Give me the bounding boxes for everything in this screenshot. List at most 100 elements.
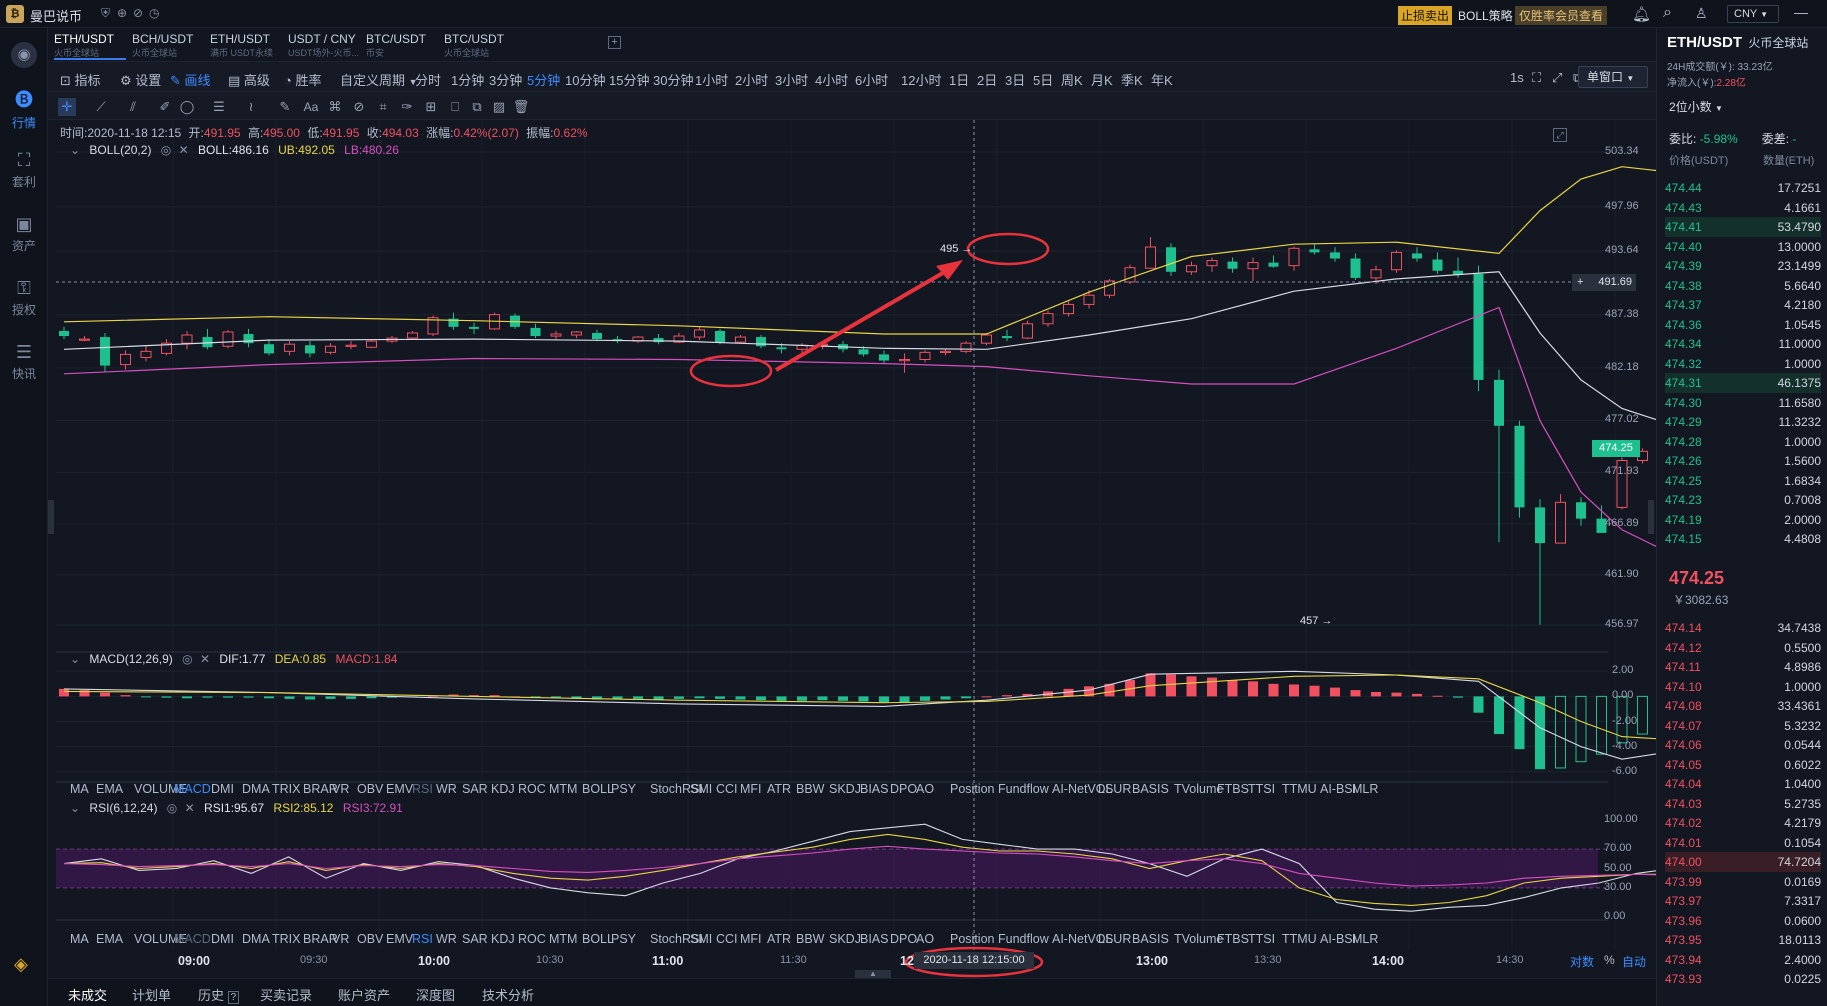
minimize-button[interactable]: —	[1794, 4, 1808, 20]
bid-row[interactable]: 474.07 5.3232	[1665, 716, 1821, 736]
bid-row[interactable]: 474.11 4.8986	[1665, 657, 1821, 677]
indicator-ttmu[interactable]: TTMU	[1282, 782, 1317, 796]
indicator-kdj[interactable]: KDJ	[491, 932, 515, 946]
indicator-ai-bsi[interactable]: AI-BSI	[1320, 782, 1356, 796]
indicator-skdj[interactable]: SKDJ	[829, 782, 861, 796]
currency-select[interactable]: CNY ▼	[1727, 5, 1779, 23]
settings-small-icon[interactable]: ◎	[182, 652, 192, 666]
copy-icon[interactable]: ⧉	[468, 98, 486, 116]
period-0[interactable]: 分时	[415, 70, 441, 89]
indicator-ma[interactable]: MA	[70, 932, 89, 946]
ask-row[interactable]: 474.39 23.1499	[1665, 256, 1821, 276]
ask-row[interactable]: 474.28 1.0000	[1665, 432, 1821, 452]
nav-market[interactable]: 🅑 行情	[0, 86, 48, 131]
ask-row[interactable]: 474.15 4.4808	[1665, 529, 1821, 549]
collapse-icon[interactable]: ⌄	[70, 652, 80, 666]
indicator-ttmu[interactable]: TTMU	[1282, 932, 1317, 946]
bid-row[interactable]: 474.04 1.0400	[1665, 774, 1821, 794]
indicator-smi[interactable]: SMI	[690, 932, 712, 946]
period-6[interactable]: 30分钟	[653, 70, 693, 89]
indicator-ai-bsi[interactable]: AI-BSI	[1320, 932, 1356, 946]
indicator-kdj[interactable]: KDJ	[491, 782, 515, 796]
add-alert-icon[interactable]: +	[1577, 274, 1583, 291]
stop-loss-badge[interactable]: 止损卖出	[1398, 6, 1453, 25]
tab-eth-usdt-perp[interactable]: ETH/USDT 满币 USDT永续	[210, 32, 286, 60]
indicator-rsi[interactable]: RSI	[412, 782, 433, 796]
indicator-smi[interactable]: SMI	[690, 782, 712, 796]
pen-icon[interactable]: ✐	[156, 98, 174, 116]
indicator-trix[interactable]: TRIX	[272, 782, 300, 796]
tab-eth-usdt-huobi[interactable]: ETH/USDT 火币全球站	[54, 32, 126, 60]
tab-technical-analysis[interactable]: 技术分析	[482, 985, 534, 1004]
lock-icon[interactable]: ⊕	[117, 6, 127, 20]
indicator-trix[interactable]: TRIX	[272, 932, 300, 946]
period-3[interactable]: 5分钟	[527, 70, 560, 89]
indicator-boll[interactable]: BOLL	[582, 932, 614, 946]
settings-button[interactable]: ⚙ 设置	[120, 70, 161, 89]
ask-row[interactable]: 474.37 4.2180	[1665, 295, 1821, 315]
indicator-emv[interactable]: EMV	[386, 782, 413, 796]
indicator-psy[interactable]: PSY	[611, 782, 636, 796]
indicator-sar[interactable]: SAR	[462, 782, 488, 796]
indicator-ao[interactable]: AO	[916, 782, 934, 796]
fullscreen-icon[interactable]: ⛶	[1532, 70, 1541, 86]
decimals-select[interactable]: 2位小数 ▼	[1669, 98, 1723, 115]
search-icon[interactable]: ⌕	[1663, 4, 1672, 22]
indicator-mlr[interactable]: MLR	[1352, 932, 1378, 946]
ruler-icon[interactable]: ⌗	[374, 98, 392, 116]
boll-strategy-label[interactable]: BOLL策略	[1458, 7, 1513, 24]
indicator-ftbs[interactable]: FTBS	[1217, 782, 1249, 796]
tab-trade-records[interactable]: 买卖记录	[260, 985, 312, 1004]
indicator-wr[interactable]: WR	[436, 932, 457, 946]
advanced-button[interactable]: ▤ 高级	[228, 70, 270, 89]
ask-row[interactable]: 474.23 0.7008	[1665, 490, 1821, 510]
collapse-bottom-icon[interactable]: ▲	[855, 970, 891, 978]
close-indicator-icon[interactable]: ✕	[185, 801, 195, 815]
tab-history[interactable]: 历史 ?	[198, 985, 240, 1004]
close-indicator-icon[interactable]: ✕	[200, 652, 210, 666]
eraser-icon[interactable]: ⊘	[350, 98, 368, 116]
period-8[interactable]: 2小时	[735, 70, 768, 89]
indicator-cci[interactable]: CCI	[716, 782, 738, 796]
indicator-mtm[interactable]: MTM	[549, 782, 577, 796]
ask-row[interactable]: 474.19 2.0000	[1665, 510, 1821, 530]
ask-row[interactable]: 474.41 53.4790	[1665, 217, 1821, 237]
indicator-vr[interactable]: VR	[332, 932, 349, 946]
indicator-psy[interactable]: PSY	[611, 932, 636, 946]
trendline-icon[interactable]: ⟋	[92, 98, 110, 116]
bid-row[interactable]: 474.01 0.1054	[1665, 833, 1821, 853]
indicator-mfi[interactable]: MFI	[740, 782, 762, 796]
indicator-ema[interactable]: EMA	[96, 782, 123, 796]
indicator-ttsi[interactable]: TTSI	[1248, 782, 1275, 796]
crosshair-icon[interactable]: ✛	[58, 98, 76, 116]
indicator-dpo[interactable]: DPO	[890, 932, 917, 946]
check-icon[interactable]: ⊘	[133, 6, 143, 20]
bid-row[interactable]: 473.99 0.0169	[1665, 872, 1821, 892]
indicator-mtm[interactable]: MTM	[549, 932, 577, 946]
ask-row[interactable]: 474.32 1.0000	[1665, 354, 1821, 374]
close-indicator-icon[interactable]: ✕	[179, 143, 189, 157]
period-7[interactable]: 1小时	[695, 70, 728, 89]
indicator-position[interactable]: Position	[950, 782, 994, 796]
ask-row[interactable]: 474.26 1.5600	[1665, 451, 1821, 471]
indicator-lsur[interactable]: LSUR	[1098, 932, 1131, 946]
indicator-dma[interactable]: DMA	[242, 932, 270, 946]
period-15[interactable]: 3日	[1005, 70, 1025, 89]
ask-row[interactable]: 474.40 13.0000	[1665, 237, 1821, 257]
period-1[interactable]: 1分钟	[451, 70, 484, 89]
indicator-skdj[interactable]: SKDJ	[829, 932, 861, 946]
nav-arbitrage[interactable]: ⛶ 套利	[0, 150, 48, 190]
axis-percent-toggle[interactable]: %	[1604, 953, 1615, 967]
period-16[interactable]: 5日	[1033, 70, 1053, 89]
right-panel-toggle[interactable]	[1648, 500, 1654, 534]
tab-bch-usdt[interactable]: BCH/USDT 火币全球站	[132, 32, 204, 60]
indicator-obv[interactable]: OBV	[357, 932, 383, 946]
period-17[interactable]: 周K	[1061, 70, 1083, 89]
indicator-bias[interactable]: BIAS	[860, 782, 889, 796]
indicator-ao[interactable]: AO	[916, 932, 934, 946]
axis-log-toggle[interactable]: 对数	[1570, 953, 1594, 970]
indicator-rsi[interactable]: RSI	[412, 932, 433, 946]
indicator-sar[interactable]: SAR	[462, 932, 488, 946]
maximize-pane-icon[interactable]: ⤢	[1553, 128, 1567, 142]
winrate-button[interactable]: ◔ 胜率	[284, 70, 322, 89]
